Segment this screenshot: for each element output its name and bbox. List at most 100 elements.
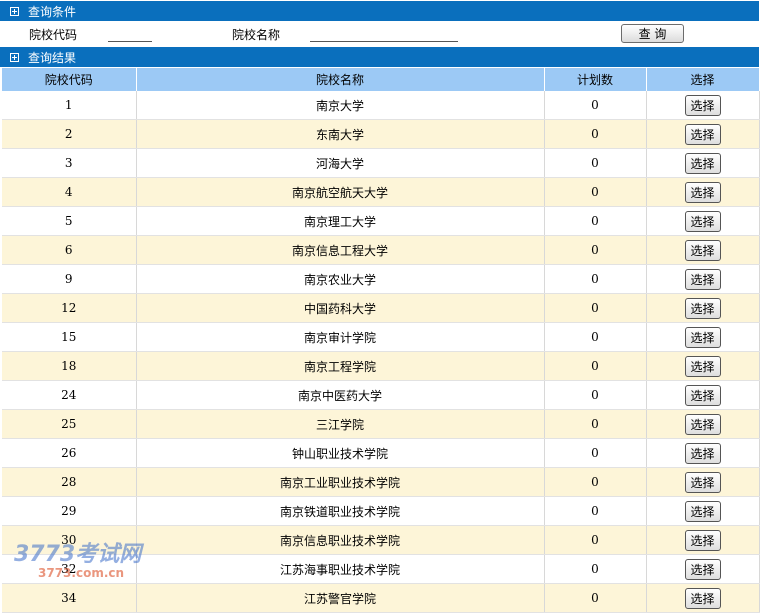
school-code-input[interactable] (108, 26, 152, 42)
select-button[interactable]: 选择 (684, 442, 721, 464)
query-conditions-header[interactable]: 查询条件 (0, 1, 759, 21)
expand-toggle-icon[interactable] (10, 6, 19, 16)
select-cell: 选择 (646, 177, 760, 207)
school-name-cell: 南京信息职业技术学院 (136, 525, 545, 555)
school-code-cell: 25 (2, 409, 137, 439)
school-name-cell: 江苏海事职业技术学院 (136, 554, 545, 584)
school-name-cell: 南京信息工程大学 (136, 235, 545, 265)
select-cell: 选择 (646, 351, 760, 381)
plan-count-cell: 0 (544, 438, 647, 468)
school-name-cell: 南京中医药大学 (136, 380, 545, 410)
select-cell: 选择 (646, 206, 760, 236)
query-results-header[interactable]: 查询结果 (0, 47, 759, 67)
results-table-container: 院校代码 院校名称 计划数 选择 1 南京大学 0 选择 2 东南大学 0 选择 3 河海大学 0 选… (2, 68, 760, 613)
select-button[interactable]: 选择 (684, 152, 721, 174)
school-code-label: 院校代码 (29, 28, 78, 42)
select-cell: 选择 (646, 235, 760, 265)
school-name-cell: 河海大学 (136, 148, 545, 178)
select-button[interactable]: 选择 (684, 558, 721, 580)
table-row: 9 南京农业大学 0 选择 (2, 264, 760, 294)
select-button[interactable]: 选择 (684, 94, 721, 116)
school-code-cell: 9 (2, 264, 137, 294)
plan-count-cell: 0 (544, 467, 647, 497)
school-code-cell: 29 (2, 496, 137, 526)
school-name-cell: 南京工程学院 (136, 351, 545, 381)
plan-count-cell: 0 (544, 91, 647, 120)
select-button[interactable]: 选择 (684, 297, 721, 319)
plan-count-cell: 0 (544, 322, 647, 352)
school-code-cell: 30 (2, 525, 137, 555)
column-header-code: 院校代码 (2, 68, 137, 91)
plan-count-cell: 0 (544, 351, 647, 381)
school-code-cell: 28 (2, 467, 137, 497)
table-row: 2 东南大学 0 选择 (2, 119, 760, 149)
select-button[interactable]: 选择 (684, 123, 721, 145)
table-row: 5 南京理工大学 0 选择 (2, 206, 760, 236)
select-button[interactable]: 选择 (684, 181, 721, 203)
school-code-cell: 6 (2, 235, 137, 265)
school-code-cell: 12 (2, 293, 137, 323)
table-row: 24 南京中医药大学 0 选择 (2, 380, 760, 410)
select-cell: 选择 (646, 91, 760, 120)
school-code-cell: 24 (2, 380, 137, 410)
school-name-cell: 南京大学 (136, 91, 545, 120)
select-cell: 选择 (646, 380, 760, 410)
table-row: 4 南京航空航天大学 0 选择 (2, 177, 760, 207)
school-name-cell: 东南大学 (136, 119, 545, 149)
select-cell: 选择 (646, 322, 760, 352)
table-row: 15 南京审计学院 0 选择 (2, 322, 760, 352)
results-table-body: 1 南京大学 0 选择 2 东南大学 0 选择 3 河海大学 0 选择 4 南京航空航天大学 0 选择 5 南京理… (2, 91, 760, 613)
school-code-cell: 5 (2, 206, 137, 236)
plan-count-cell: 0 (544, 264, 647, 294)
plan-count-cell: 0 (544, 525, 647, 555)
select-button[interactable]: 选择 (684, 268, 721, 290)
table-row: 12 中国药科大学 0 选择 (2, 293, 760, 323)
school-code-cell: 4 (2, 177, 137, 207)
school-name-cell: 南京工业职业技术学院 (136, 467, 545, 497)
query-button[interactable]: 查 询 (621, 24, 684, 43)
table-row: 26 钟山职业技术学院 0 选择 (2, 438, 760, 468)
select-cell: 选择 (646, 496, 760, 526)
select-button[interactable]: 选择 (684, 210, 721, 232)
table-row: 30 南京信息职业技术学院 0 选择 (2, 525, 760, 555)
select-button[interactable]: 选择 (684, 471, 721, 493)
table-row: 29 南京铁道职业技术学院 0 选择 (2, 496, 760, 526)
query-results-title: 查询结果 (28, 50, 77, 65)
query-conditions-title: 查询条件 (28, 4, 77, 19)
school-code-cell: 3 (2, 148, 137, 178)
table-row: 18 南京工程学院 0 选择 (2, 351, 760, 381)
select-button[interactable]: 选择 (684, 384, 721, 406)
plan-count-cell: 0 (544, 177, 647, 207)
select-button[interactable]: 选择 (684, 529, 721, 551)
school-code-cell: 1 (2, 91, 137, 120)
plan-count-cell: 0 (544, 583, 647, 613)
school-name-cell: 南京农业大学 (136, 264, 545, 294)
school-name-cell: 江苏警官学院 (136, 583, 545, 613)
column-header-select: 选择 (646, 68, 760, 91)
table-row: 25 三江学院 0 选择 (2, 409, 760, 439)
select-button[interactable]: 选择 (684, 326, 721, 348)
select-button[interactable]: 选择 (684, 239, 721, 261)
school-code-cell: 34 (2, 583, 137, 613)
plan-count-cell: 0 (544, 409, 647, 439)
school-name-input[interactable] (310, 26, 458, 42)
select-button[interactable]: 选择 (684, 500, 721, 522)
table-row: 6 南京信息工程大学 0 选择 (2, 235, 760, 265)
school-code-cell: 26 (2, 438, 137, 468)
column-header-name: 院校名称 (136, 68, 545, 91)
select-button[interactable]: 选择 (684, 355, 721, 377)
table-row: 34 江苏警官学院 0 选择 (2, 583, 760, 613)
select-cell: 选择 (646, 264, 760, 294)
school-name-label: 院校名称 (232, 28, 281, 42)
table-row: 3 河海大学 0 选择 (2, 148, 760, 178)
plan-count-cell: 0 (544, 293, 647, 323)
expand-toggle-icon[interactable] (10, 52, 19, 62)
select-cell: 选择 (646, 293, 760, 323)
select-cell: 选择 (646, 409, 760, 439)
select-button[interactable]: 选择 (684, 587, 721, 609)
select-cell: 选择 (646, 438, 760, 468)
select-cell: 选择 (646, 525, 760, 555)
school-name-cell: 南京航空航天大学 (136, 177, 545, 207)
table-header-row: 院校代码 院校名称 计划数 选择 (2, 68, 760, 91)
select-button[interactable]: 选择 (684, 413, 721, 435)
